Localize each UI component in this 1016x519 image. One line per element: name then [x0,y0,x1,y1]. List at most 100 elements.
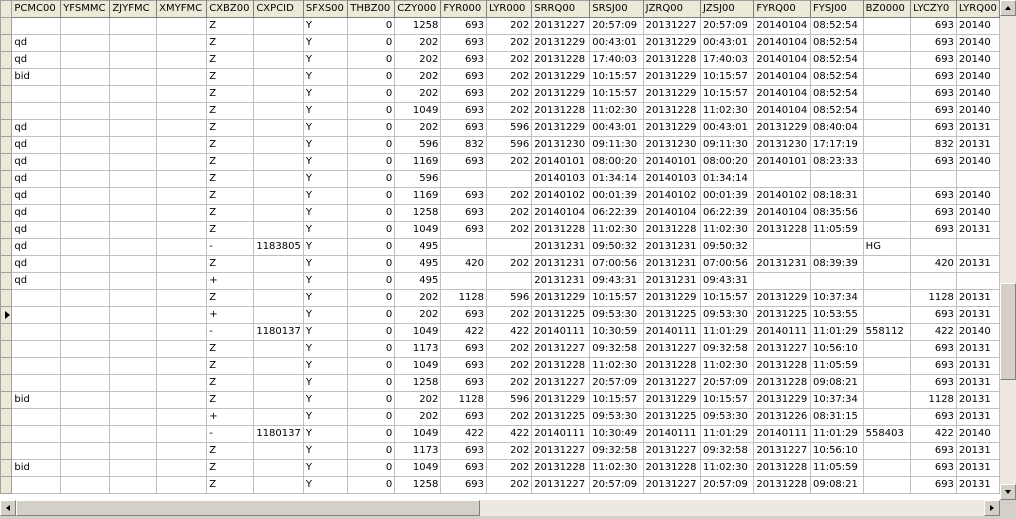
grid-cell[interactable]: 10:30:59 [589,323,644,341]
grid-cell[interactable]: 10:15:57 [589,391,644,409]
grid-cell[interactable] [109,476,158,494]
grid-cell[interactable] [486,272,533,290]
grid-cell[interactable]: 17:40:03 [589,51,644,69]
grid-cell[interactable]: 20131231 [642,255,701,273]
grid-cell[interactable]: 693 [910,68,957,86]
grid-cell[interactable] [862,153,912,171]
grid-cell[interactable]: 1049 [394,221,442,239]
table-row[interactable]: qd Z Y 0 202 693 596 20131229 00:43:01 20131229 00… [0,119,1000,137]
grid-cell[interactable]: qd [11,204,62,222]
grid-cell[interactable] [109,272,158,290]
grid-cell[interactable]: 08:52:54 [809,17,864,35]
grid-cell[interactable]: 11:02:30 [699,221,755,239]
grid-cell[interactable]: 20140101 [531,153,591,171]
grid-cell[interactable]: 693 [910,119,957,137]
grid-cell[interactable]: 17:40:03 [699,51,755,69]
grid-cell[interactable]: 09:43:31 [589,272,644,290]
grid-cell[interactable] [60,255,111,273]
column-header[interactable]: SFXS00 [302,0,349,18]
grid-cell[interactable]: 20140 [955,51,1000,69]
grid-cell[interactable] [109,289,158,307]
row-header[interactable] [0,51,13,69]
column-header[interactable]: THBZ00 [347,0,396,18]
grid-cell[interactable]: 20140111 [753,425,811,443]
grid-cell[interactable]: 1180137 [253,425,304,443]
grid-cell[interactable]: 693 [910,357,957,375]
grid-cell[interactable]: 1169 [394,153,442,171]
grid-cell[interactable] [60,306,111,324]
grid-cell[interactable]: 0 [347,442,396,460]
grid-cell[interactable] [60,391,111,409]
grid-cell[interactable]: 202 [486,221,533,239]
grid-cell[interactable]: 10:53:55 [809,306,864,324]
grid-cell[interactable]: qd [11,255,62,273]
grid-cell[interactable] [862,476,912,494]
grid-cell[interactable] [253,85,304,103]
grid-cell[interactable] [156,34,208,52]
row-header[interactable] [0,238,13,256]
grid-cell[interactable] [109,153,158,171]
grid-cell[interactable]: 202 [486,153,533,171]
grid-cell[interactable] [109,221,158,239]
grid-cell[interactable] [440,238,488,256]
column-header[interactable]: JZRQ00 [642,0,701,18]
grid-cell[interactable] [11,442,62,460]
grid-cell[interactable]: 202 [394,391,442,409]
grid-cell[interactable] [60,459,111,477]
grid-cell[interactable] [60,34,111,52]
grid-cell[interactable]: 20140 [955,34,1000,52]
grid-cell[interactable]: 1128 [910,289,957,307]
grid-cell[interactable]: 20131 [955,255,1000,273]
scroll-right-button[interactable] [984,500,1000,516]
table-row[interactable]: qd Z Y 0 1169 693 202 20140102 00:01:39 20140102 0… [0,187,1000,205]
grid-cell[interactable]: Z [206,34,255,52]
grid-cell[interactable] [156,204,208,222]
grid-cell[interactable]: bid [11,459,62,477]
grid-cell[interactable] [862,68,912,86]
grid-cell[interactable]: 693 [440,85,488,103]
grid-cell[interactable] [156,187,208,205]
grid-cell[interactable]: 10:15:57 [699,85,755,103]
grid-cell[interactable]: 20140 [955,17,1000,35]
grid-cell[interactable]: 0 [347,102,396,120]
grid-cell[interactable]: 08:35:56 [809,204,864,222]
grid-cell[interactable]: 693 [910,204,957,222]
grid-cell[interactable] [60,221,111,239]
grid-cell[interactable]: Z [206,68,255,86]
grid-cell[interactable] [156,357,208,375]
grid-cell[interactable]: 1128 [440,391,488,409]
grid-cell[interactable] [109,255,158,273]
grid-cell[interactable]: 11:05:59 [809,459,864,477]
grid-cell[interactable]: Y [302,170,349,188]
grid-cell[interactable] [11,408,62,426]
grid-cell[interactable]: 10:56:10 [809,442,864,460]
grid-cell[interactable]: 20131 [955,391,1000,409]
grid-cell[interactable] [109,204,158,222]
grid-cell[interactable]: 422 [910,323,957,341]
grid-cell[interactable]: 06:22:39 [589,204,644,222]
grid-cell[interactable]: 08:23:33 [809,153,864,171]
grid-cell[interactable] [60,289,111,307]
grid-cell[interactable] [253,51,304,69]
grid-cell[interactable]: - [206,425,255,443]
grid-cell[interactable] [156,323,208,341]
grid-cell[interactable]: 11:05:59 [809,221,864,239]
grid-cell[interactable]: 07:00:56 [699,255,755,273]
grid-cell[interactable]: 202 [394,119,442,137]
grid-cell[interactable] [753,170,811,188]
horizontal-scroll-thumb[interactable] [16,500,480,516]
grid-cell[interactable]: 832 [440,136,488,154]
grid-cell[interactable]: 10:15:57 [589,68,644,86]
grid-cell[interactable]: 20131227 [753,442,811,460]
grid-cell[interactable]: 20131229 [753,289,811,307]
grid-cell[interactable]: 20140103 [531,170,591,188]
grid-cell[interactable] [60,136,111,154]
grid-cell[interactable]: 596 [486,289,533,307]
grid-cell[interactable] [156,408,208,426]
grid-cell[interactable]: 11:02:30 [589,221,644,239]
grid-cell[interactable]: 20140102 [753,187,811,205]
row-header[interactable] [0,153,13,171]
grid-cell[interactable]: 20131229 [642,34,701,52]
grid-cell[interactable]: 00:01:39 [589,187,644,205]
grid-cell[interactable]: Z [206,357,255,375]
